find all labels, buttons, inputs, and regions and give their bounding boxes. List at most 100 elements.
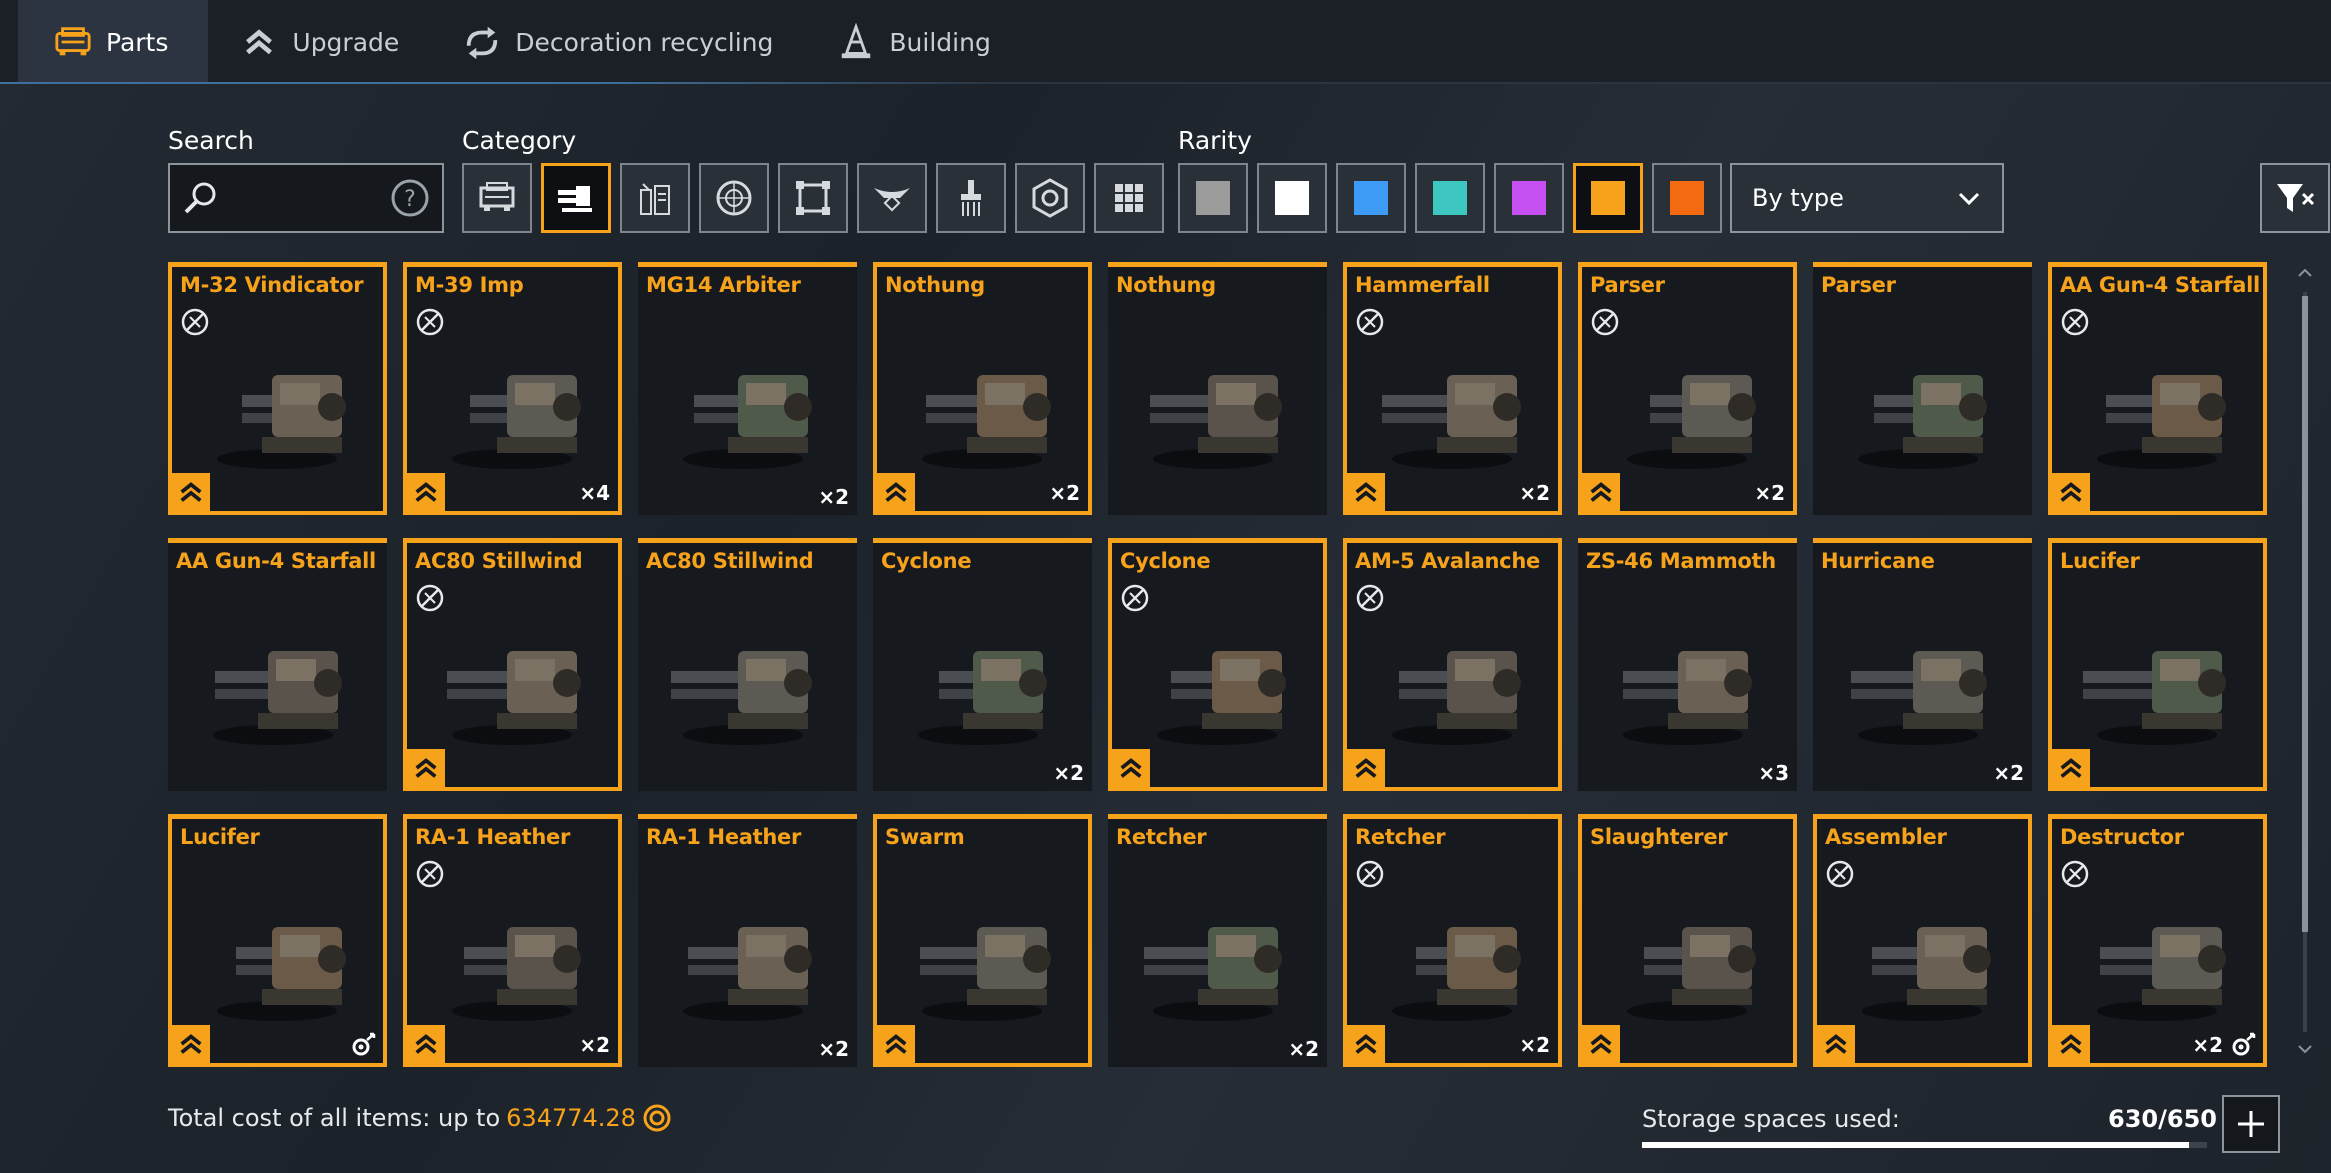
part-card[interactable]: Cyclone: [1108, 538, 1327, 791]
part-image: [417, 337, 607, 477]
part-name: Cyclone: [881, 549, 972, 573]
rarity-swatch: [1670, 181, 1704, 215]
help-icon[interactable]: ?: [390, 178, 430, 218]
part-image: [1827, 889, 2017, 1029]
rarity-special-button[interactable]: [1415, 163, 1485, 233]
coin-icon: [643, 1104, 671, 1132]
category-frames-button[interactable]: [778, 163, 848, 233]
no-trade-icon: [415, 307, 445, 337]
tab-building[interactable]: Building: [805, 0, 1022, 84]
part-card[interactable]: AM-5 Avalanche: [1343, 538, 1562, 791]
weapon-icon: [558, 186, 592, 212]
sort-dropdown[interactable]: By type: [1730, 163, 2004, 233]
category-decor-button[interactable]: [857, 163, 927, 233]
part-card[interactable]: Hurricane ×2: [1813, 538, 2032, 791]
part-card[interactable]: M-39 Imp ×4: [403, 262, 622, 515]
category-weapons-button[interactable]: [541, 163, 611, 233]
part-card[interactable]: Slaughterer: [1578, 814, 1797, 1067]
part-name: Cyclone: [1120, 549, 1211, 573]
storage-progress-bar: [1642, 1142, 2207, 1148]
grid-scrollbar[interactable]: [2298, 262, 2312, 1062]
part-image: [1592, 337, 1782, 477]
part-count: ×2: [1993, 761, 2024, 785]
upgrade-chevrons-icon: [407, 749, 445, 787]
part-card[interactable]: RA-1 Heather ×2: [403, 814, 622, 1067]
reset-filters-button[interactable]: [2260, 163, 2330, 233]
part-name: MG14 Arbiter: [646, 273, 801, 297]
part-card[interactable]: AA Gun-4 Starfall: [2048, 262, 2267, 515]
part-name: AA Gun-4 Starfall: [2060, 273, 2260, 297]
no-trade-icon: [1825, 859, 1855, 889]
no-trade-icon: [1355, 859, 1385, 889]
part-card[interactable]: Lucifer: [2048, 538, 2267, 791]
part-card[interactable]: AC80 Stillwind: [638, 538, 857, 791]
part-count: ×2: [1288, 1037, 1319, 1061]
storage-label: Storage spaces used:: [1642, 1105, 1900, 1133]
part-count: ×2: [818, 485, 849, 509]
category-all-button[interactable]: [1094, 163, 1164, 233]
part-card[interactable]: Assembler: [1813, 814, 2032, 1067]
part-card[interactable]: AC80 Stillwind: [403, 538, 622, 791]
part-card[interactable]: MG14 Arbiter ×2: [638, 262, 857, 515]
part-card[interactable]: Nothung: [1108, 262, 1327, 515]
part-image: [1118, 889, 1308, 1029]
part-card[interactable]: Retcher ×2: [1108, 814, 1327, 1067]
rarity-legendary-button[interactable]: [1573, 163, 1643, 233]
sort-value: By type: [1752, 184, 1844, 212]
part-card[interactable]: Hammerfall ×2: [1343, 262, 1562, 515]
tab-parts[interactable]: Parts: [18, 0, 209, 84]
part-card[interactable]: Parser ×2: [1578, 262, 1797, 515]
part-image: [648, 613, 838, 753]
part-card[interactable]: M-32 Vindicator: [168, 262, 387, 515]
part-name: Swarm: [885, 825, 965, 849]
part-card[interactable]: Retcher ×2: [1343, 814, 1562, 1067]
category-paint-button[interactable]: [936, 163, 1006, 233]
part-card[interactable]: Nothung ×2: [873, 262, 1092, 515]
part-card[interactable]: ZS-46 Mammoth ×3: [1578, 538, 1797, 791]
upgrade-chevrons-icon: [877, 473, 915, 511]
part-card[interactable]: Cyclone ×2: [873, 538, 1092, 791]
part-card[interactable]: Destructor ×2: [2048, 814, 2267, 1067]
part-card[interactable]: Lucifer: [168, 814, 387, 1067]
part-image: [182, 889, 372, 1029]
part-card[interactable]: RA-1 Heather ×2: [638, 814, 857, 1067]
scroll-up-icon[interactable]: [2298, 266, 2312, 280]
part-count: ×2: [1049, 481, 1080, 505]
plus-icon: [2238, 1111, 2264, 1137]
part-card[interactable]: Parser: [1813, 262, 2032, 515]
part-name: Retcher: [1116, 825, 1207, 849]
add-storage-button[interactable]: [2222, 1095, 2280, 1153]
total-cost: Total cost of all items: up to 634774.28: [168, 1103, 672, 1133]
part-name: Lucifer: [2060, 549, 2140, 573]
tab-decoration-recycling[interactable]: Decoration recycling: [431, 0, 805, 84]
search-input[interactable]: [224, 175, 384, 223]
module-icon: [640, 183, 670, 215]
category-cabin-button[interactable]: [462, 163, 532, 233]
rarity-epic-button[interactable]: [1494, 163, 1564, 233]
category-movement-button[interactable]: [699, 163, 769, 233]
part-image: [417, 613, 607, 753]
category-stickers-button[interactable]: [1015, 163, 1085, 233]
part-image: [887, 337, 1077, 477]
upgrade-chevrons-icon: [407, 473, 445, 511]
total-cost-value: 634774.28: [506, 1104, 636, 1132]
part-card[interactable]: Swarm: [873, 814, 1092, 1067]
scroll-down-icon[interactable]: [2298, 1042, 2312, 1056]
part-image: [2062, 613, 2252, 753]
rarity-common-button[interactable]: [1178, 163, 1248, 233]
tab-upgrade[interactable]: Upgrade: [208, 0, 431, 84]
part-card[interactable]: AA Gun-4 Starfall: [168, 538, 387, 791]
gear-icon: [2229, 1031, 2257, 1059]
category-modules-button[interactable]: [620, 163, 690, 233]
part-image: [1823, 613, 2013, 753]
no-trade-icon: [1355, 583, 1385, 613]
tab-underline: [0, 82, 1000, 84]
tab-decoration-recycling-label: Decoration recycling: [515, 27, 774, 57]
upgrade-chevrons-icon: [1582, 1025, 1620, 1063]
rarity-ordinary-button[interactable]: [1257, 163, 1327, 233]
upgrade-chevrons-icon: [1582, 473, 1620, 511]
rarity-relic-button[interactable]: [1652, 163, 1722, 233]
scroll-thumb[interactable]: [2302, 296, 2308, 932]
part-count: ×2: [579, 1033, 610, 1057]
rarity-rare-button[interactable]: [1336, 163, 1406, 233]
